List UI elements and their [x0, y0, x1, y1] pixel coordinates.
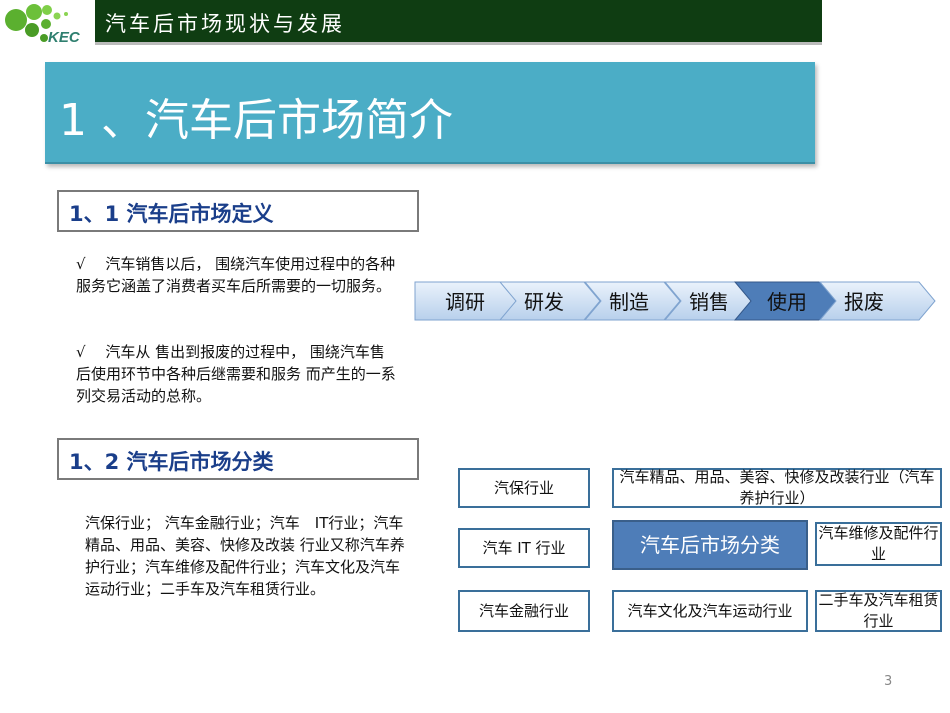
- slide: KEC 汽车后市场现状与发展 1 、汽车后市场简介 1、1 汽车后市场定义 √ …: [0, 0, 950, 713]
- process-step-label: 制造: [609, 290, 649, 314]
- process-step-label: 使用: [767, 290, 807, 314]
- definition-paragraph-1: √ 汽车销售以后， 围绕汽车使用过程中的各种 服务它涵盖了消费者买车后所需要的一…: [76, 255, 396, 295]
- section-1-title: 1、1 汽车后市场定义: [69, 202, 274, 226]
- section-2-title: 1、2 汽车后市场分类: [69, 450, 274, 474]
- process-step-label: 研发: [524, 290, 564, 314]
- slide-title: 1 、汽车后市场简介: [59, 95, 453, 146]
- logo-text: KEC: [48, 29, 81, 45]
- process-step-label: 调研: [445, 290, 485, 314]
- header-divider: [0, 42, 822, 45]
- class-box-it: 汽车 IT 行业: [458, 528, 590, 568]
- title-banner: 1 、汽车后市场简介: [45, 62, 815, 164]
- class-box-used-car: 二手车及汽车租赁行业: [815, 590, 942, 632]
- header-title: 汽车后市场现状与发展: [105, 12, 345, 36]
- class-box-repair: 汽车维修及配件行业: [815, 522, 942, 566]
- class-center-box: 汽车后市场分类: [612, 520, 808, 570]
- class-box-accessories: 汽车精品、用品、美容、快修及改装行业（汽车养护行业）: [612, 468, 942, 508]
- classification-paragraph: 汽保行业； 汽车金融行业；汽车 IT行业；汽车精品、用品、美容、快修及改装 行业…: [85, 514, 405, 598]
- class-box-finance: 汽车金融行业: [458, 590, 590, 632]
- class-box-culture: 汽车文化及汽车运动行业: [612, 590, 808, 632]
- logo: KEC: [0, 0, 95, 46]
- section-1-heading: 1、1 汽车后市场定义: [57, 190, 419, 232]
- process-chevrons: 调研 研发 制造 销售 使用 报废: [414, 281, 936, 321]
- process-step-label: 报废: [844, 290, 884, 314]
- process-step-label: 销售: [689, 290, 729, 314]
- section-2-heading: 1、2 汽车后市场分类: [57, 438, 419, 480]
- definition-paragraph-2: √ 汽车从 售出到报废的过程中， 围绕汽车售后使用环节中各种后继需要和服务 而产…: [76, 343, 396, 405]
- page-number: 3: [884, 674, 893, 689]
- class-box-auto-insurance: 汽保行业: [458, 468, 590, 508]
